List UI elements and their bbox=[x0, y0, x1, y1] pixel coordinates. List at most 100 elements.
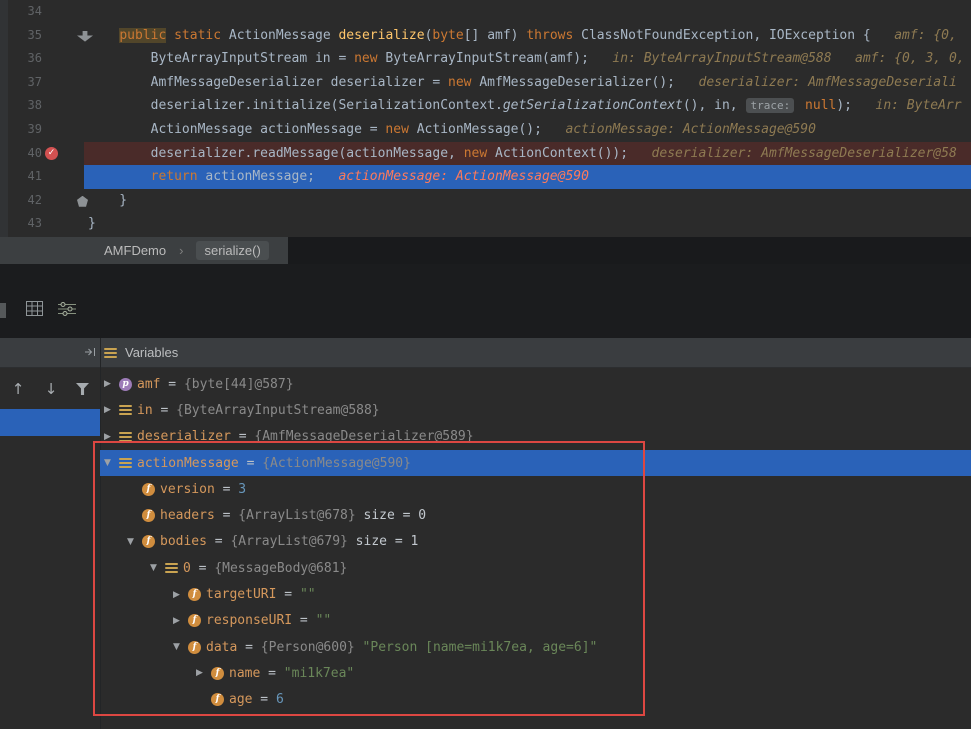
code-token: ByteArrayInputStream(amf); bbox=[378, 51, 589, 66]
code-token: ); bbox=[836, 98, 852, 113]
ide-debug-window: 3435 public static ActionMessage deseria… bbox=[0, 0, 971, 729]
code-token: actionMessage; bbox=[198, 169, 315, 184]
chevron-right-icon: › bbox=[179, 243, 183, 258]
variable-value: {ArrayList@678} bbox=[238, 508, 355, 523]
variable-value: = bbox=[215, 508, 238, 523]
code-token bbox=[88, 28, 119, 43]
variable-row[interactable]: ▶in = {ByteArrayInputStream@588} bbox=[0, 397, 971, 423]
code-line: 38 deserializer.initialize(Serialization… bbox=[0, 94, 971, 118]
variable-value: = bbox=[252, 692, 275, 707]
variable-row[interactable]: ▶pamf = {byte[44]@587} bbox=[0, 371, 971, 397]
variable-value: {ByteArrayInputStream@588} bbox=[176, 403, 380, 418]
editor-gutter[interactable]: 43 bbox=[0, 212, 84, 236]
chevron-right-icon[interactable]: ▶ bbox=[173, 590, 188, 600]
chevron-right-icon[interactable]: ▶ bbox=[104, 405, 119, 415]
field-icon: f bbox=[142, 483, 155, 496]
variable-value: = bbox=[160, 377, 183, 392]
variable-name: name bbox=[229, 666, 260, 681]
chevron-down-icon[interactable]: ▼ bbox=[104, 458, 119, 468]
code-token: static bbox=[174, 28, 221, 43]
code-token: AmfMessageDeserializer(); bbox=[472, 75, 676, 90]
variable-row[interactable]: ▶fname = "mi1k7ea" bbox=[0, 660, 971, 686]
chevron-down-icon[interactable]: ▼ bbox=[127, 537, 142, 547]
variable-value: = bbox=[237, 640, 260, 655]
editor-gutter[interactable]: 35 bbox=[0, 24, 84, 48]
focus-icon[interactable] bbox=[84, 343, 96, 362]
line-number[interactable]: 43 bbox=[0, 212, 42, 236]
line-number[interactable]: 36 bbox=[0, 47, 42, 71]
chevron-right-icon[interactable]: ▶ bbox=[104, 379, 119, 389]
line-number[interactable]: 41 bbox=[0, 165, 42, 189]
variable-value: 3 bbox=[238, 482, 246, 497]
table-view-icon[interactable] bbox=[26, 301, 43, 320]
code-token: } bbox=[88, 193, 127, 208]
line-number[interactable]: 38 bbox=[0, 94, 42, 118]
code-token: byte bbox=[432, 28, 463, 43]
line-number[interactable]: 35 bbox=[0, 24, 42, 48]
variable-row[interactable]: fage = 6 bbox=[0, 687, 971, 713]
line-number[interactable]: 39 bbox=[0, 118, 42, 142]
debug-toolbar-band bbox=[0, 264, 971, 338]
chevron-right-icon[interactable]: ▶ bbox=[104, 432, 119, 442]
variable-value: = bbox=[276, 587, 299, 602]
variable-row[interactable]: ▶ftargetURI = "" bbox=[0, 581, 971, 607]
breadcrumb-method[interactable]: serialize() bbox=[196, 241, 268, 260]
variable-row[interactable]: fversion = 3 bbox=[0, 476, 971, 502]
editor-gutter[interactable]: 36 bbox=[0, 47, 84, 71]
breakpoint-icon[interactable]: ✓ bbox=[45, 147, 58, 160]
editor-gutter[interactable]: 34 bbox=[0, 0, 84, 24]
variable-value: {MessageBody@681} bbox=[214, 561, 347, 576]
editor-gutter[interactable]: 38 bbox=[0, 94, 84, 118]
code-token: deserializer.initialize(SerializationCon… bbox=[88, 98, 503, 113]
line-number[interactable]: 34 bbox=[0, 0, 42, 24]
code-token: new bbox=[464, 146, 487, 161]
code-line: 42 } bbox=[0, 189, 971, 213]
code-token: getSerializationContext bbox=[503, 98, 683, 113]
variable-name: actionMessage bbox=[137, 456, 239, 471]
inline-debug-hint: in: ByteArrayInputStream@588 amf: {0, 3,… bbox=[589, 51, 965, 66]
code-token: ClassNotFoundException, IOException { bbox=[573, 28, 870, 43]
editor-gutter[interactable]: 40✓ bbox=[0, 142, 84, 166]
breadcrumb-class[interactable]: AMFDemo bbox=[104, 243, 166, 258]
field-icon: f bbox=[211, 667, 224, 680]
chevron-down-icon[interactable]: ▼ bbox=[150, 563, 165, 573]
variable-row[interactable]: ▼actionMessage = {ActionMessage@590} bbox=[0, 450, 971, 476]
variable-row[interactable]: ▶deserializer = {AmfMessageDeserializer@… bbox=[0, 424, 971, 450]
variable-value: "" bbox=[300, 587, 316, 602]
inline-debug-hint: in: ByteArr bbox=[852, 98, 962, 113]
code-token: ActionMessage bbox=[221, 28, 338, 43]
code-text: } bbox=[84, 189, 971, 213]
settings-sliders-icon[interactable] bbox=[58, 301, 76, 320]
editor-gutter[interactable]: 37 bbox=[0, 71, 84, 95]
field-icon: f bbox=[188, 588, 201, 601]
variable-row[interactable]: ▼fdata = {Person@600} "Person [name=mi1k… bbox=[0, 634, 971, 660]
line-number[interactable]: 42 bbox=[0, 189, 42, 213]
object-icon bbox=[119, 457, 132, 470]
editor-gutter[interactable]: 41 bbox=[0, 165, 84, 189]
editor-gutter[interactable]: 39 bbox=[0, 118, 84, 142]
code-token: } bbox=[88, 216, 96, 231]
chevron-right-icon[interactable]: ▶ bbox=[173, 616, 188, 626]
line-number[interactable]: 40 bbox=[0, 142, 42, 166]
code-line: 34 bbox=[0, 0, 971, 24]
variable-row[interactable]: ▼fbodies = {ArrayList@679} size = 1 bbox=[0, 529, 971, 555]
code-editor[interactable]: 3435 public static ActionMessage deseria… bbox=[0, 0, 971, 237]
execution-line: return actionMessage; actionMessage: Act… bbox=[84, 165, 971, 189]
chevron-right-icon[interactable]: ▶ bbox=[196, 668, 211, 678]
code-token: trace: bbox=[746, 98, 794, 113]
editor-lines: 3435 public static ActionMessage deseria… bbox=[0, 0, 971, 236]
variable-row[interactable]: fheaders = {ArrayList@678} size = 0 bbox=[0, 502, 971, 528]
line-number[interactable]: 37 bbox=[0, 71, 42, 95]
variable-name: bodies bbox=[160, 534, 207, 549]
variable-row[interactable]: ▶fresponseURI = "" bbox=[0, 608, 971, 634]
code-token: public bbox=[119, 28, 166, 43]
editor-gutter[interactable]: 42 bbox=[0, 189, 84, 213]
code-token: new bbox=[354, 51, 377, 66]
code-token: [] amf) bbox=[464, 28, 527, 43]
chevron-down-icon[interactable]: ▼ bbox=[173, 642, 188, 652]
field-icon: f bbox=[211, 693, 224, 706]
variable-row[interactable]: ▼0 = {MessageBody@681} bbox=[0, 555, 971, 581]
breadcrumb: AMFDemo › serialize() bbox=[0, 237, 971, 264]
variable-value: {Person@600} bbox=[261, 640, 355, 655]
variable-value: {ArrayList@679} bbox=[230, 534, 347, 549]
